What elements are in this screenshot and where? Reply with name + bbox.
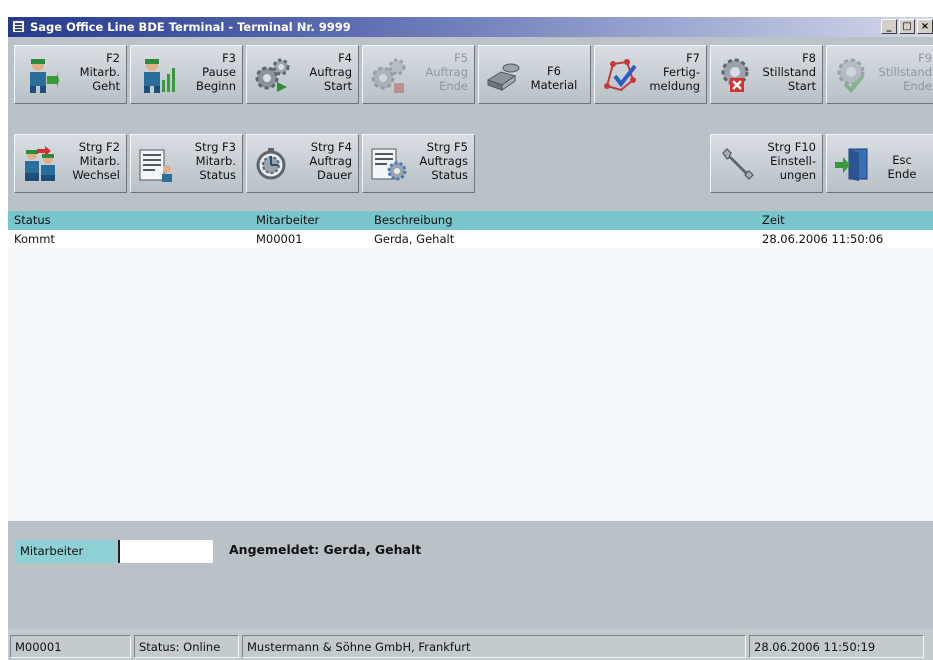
btn-order-status[interactable]: Strg F5 Auftrags Status [362, 134, 475, 193]
btn-order-start[interactable]: F4 Auftrag Start [246, 45, 359, 104]
btn-label: Strg F10 Einstell-ungen [767, 140, 816, 182]
column-header-employee[interactable]: Mitarbeiter [256, 213, 319, 227]
btn-material[interactable]: F6 Material [478, 45, 591, 104]
btn-label: F4 Auftrag Start [309, 51, 352, 93]
btn-label: Strg F4 Auftrag Dauer [309, 140, 352, 182]
btn-label: F5 Auftrag Ende [425, 51, 468, 93]
btn-label: F7 Fertig-meldung [649, 51, 700, 93]
btn-order-end[interactable]: F5 Auftrag Ende [362, 45, 475, 104]
cell-description: Gerda, Gehalt [374, 232, 455, 246]
exit-door-icon [835, 148, 868, 181]
cell-employee: M00001 [256, 232, 303, 246]
list-header: Status Mitarbeiter Beschreibung Zeit [8, 211, 933, 230]
btn-label: Strg F2 Mitarb. Wechsel [72, 140, 120, 182]
minimize-icon[interactable]: _ [881, 19, 897, 34]
btn-completion[interactable]: F7 Fertig-meldung [594, 45, 707, 104]
employee-label: Mitarbeiter [16, 540, 116, 563]
column-header-description[interactable]: Beschreibung [374, 213, 453, 227]
bde-terminal-window: Sage Office Line BDE Terminal - Terminal… [8, 17, 933, 660]
btn-label: Esc Ende [887, 153, 917, 181]
column-header-time[interactable]: Zeit [762, 213, 785, 227]
column-header-status[interactable]: Status [14, 213, 51, 227]
table-row[interactable]: Kommt M00001 Gerda, Gehalt 28.06.2006 11… [8, 230, 933, 248]
btn-employee-status[interactable]: Strg F3 Mitarb. Status [130, 134, 243, 193]
btn-pause-start[interactable]: F3 Pause Beginn [130, 45, 243, 104]
btn-settings[interactable]: Strg F10 Einstell-ungen [710, 134, 823, 193]
btn-label: Strg F5 Auftrags Status [419, 140, 468, 182]
btn-label: F8 Stillstand Start [762, 51, 816, 93]
maximize-icon[interactable]: □ [899, 19, 915, 34]
cell-time: 28.06.2006 11:50:06 [762, 232, 884, 246]
close-icon[interactable]: × [917, 19, 933, 34]
material-icon [486, 63, 520, 91]
btn-downtime-end[interactable]: F9 Stillstand Ende [826, 45, 933, 104]
title-bar[interactable]: Sage Office Line BDE Terminal - Terminal… [8, 17, 933, 37]
btn-employee-change[interactable]: Strg F2 Mitarb. Wechsel [14, 134, 127, 193]
window-title: Sage Office Line BDE Terminal - Terminal… [30, 20, 351, 34]
status-datetime: 28.06.2006 11:50:19 [749, 635, 924, 658]
btn-label: Strg F3 Mitarb. Status [194, 140, 236, 182]
btn-exit[interactable]: Esc Ende [826, 134, 933, 193]
cell-status: Kommt [14, 232, 55, 246]
btn-label: F3 Pause Beginn [195, 51, 236, 93]
app-icon[interactable] [12, 20, 25, 33]
employee-panel: Mitarbeiter Angemeldet: Gerda, Gehalt [8, 521, 933, 629]
btn-label: F2 Mitarb. Geht [79, 51, 120, 93]
window-controls: _ □ × [881, 19, 933, 34]
btn-employee-leave[interactable]: F2 Mitarb. Geht [14, 45, 127, 104]
status-user: M00001 [10, 635, 131, 658]
booking-list[interactable]: Status Mitarbeiter Beschreibung Zeit Kom… [8, 211, 933, 521]
btn-order-duration[interactable]: Strg F4 Auftrag Dauer [246, 134, 359, 193]
btn-label: F9 Stillstand Ende [878, 51, 932, 93]
status-connection: Status: Online [134, 635, 239, 658]
employee-input[interactable] [118, 540, 213, 563]
btn-downtime-start[interactable]: F8 Stillstand Start [710, 45, 823, 104]
logged-in-text: Angemeldet: Gerda, Gehalt [229, 542, 422, 557]
btn-label: F6 Material [530, 64, 578, 92]
status-company: Mustermann & Söhne GmbH, Frankfurt [242, 635, 746, 658]
status-bar: M00001 Status: Online Mustermann & Söhne… [8, 629, 933, 660]
